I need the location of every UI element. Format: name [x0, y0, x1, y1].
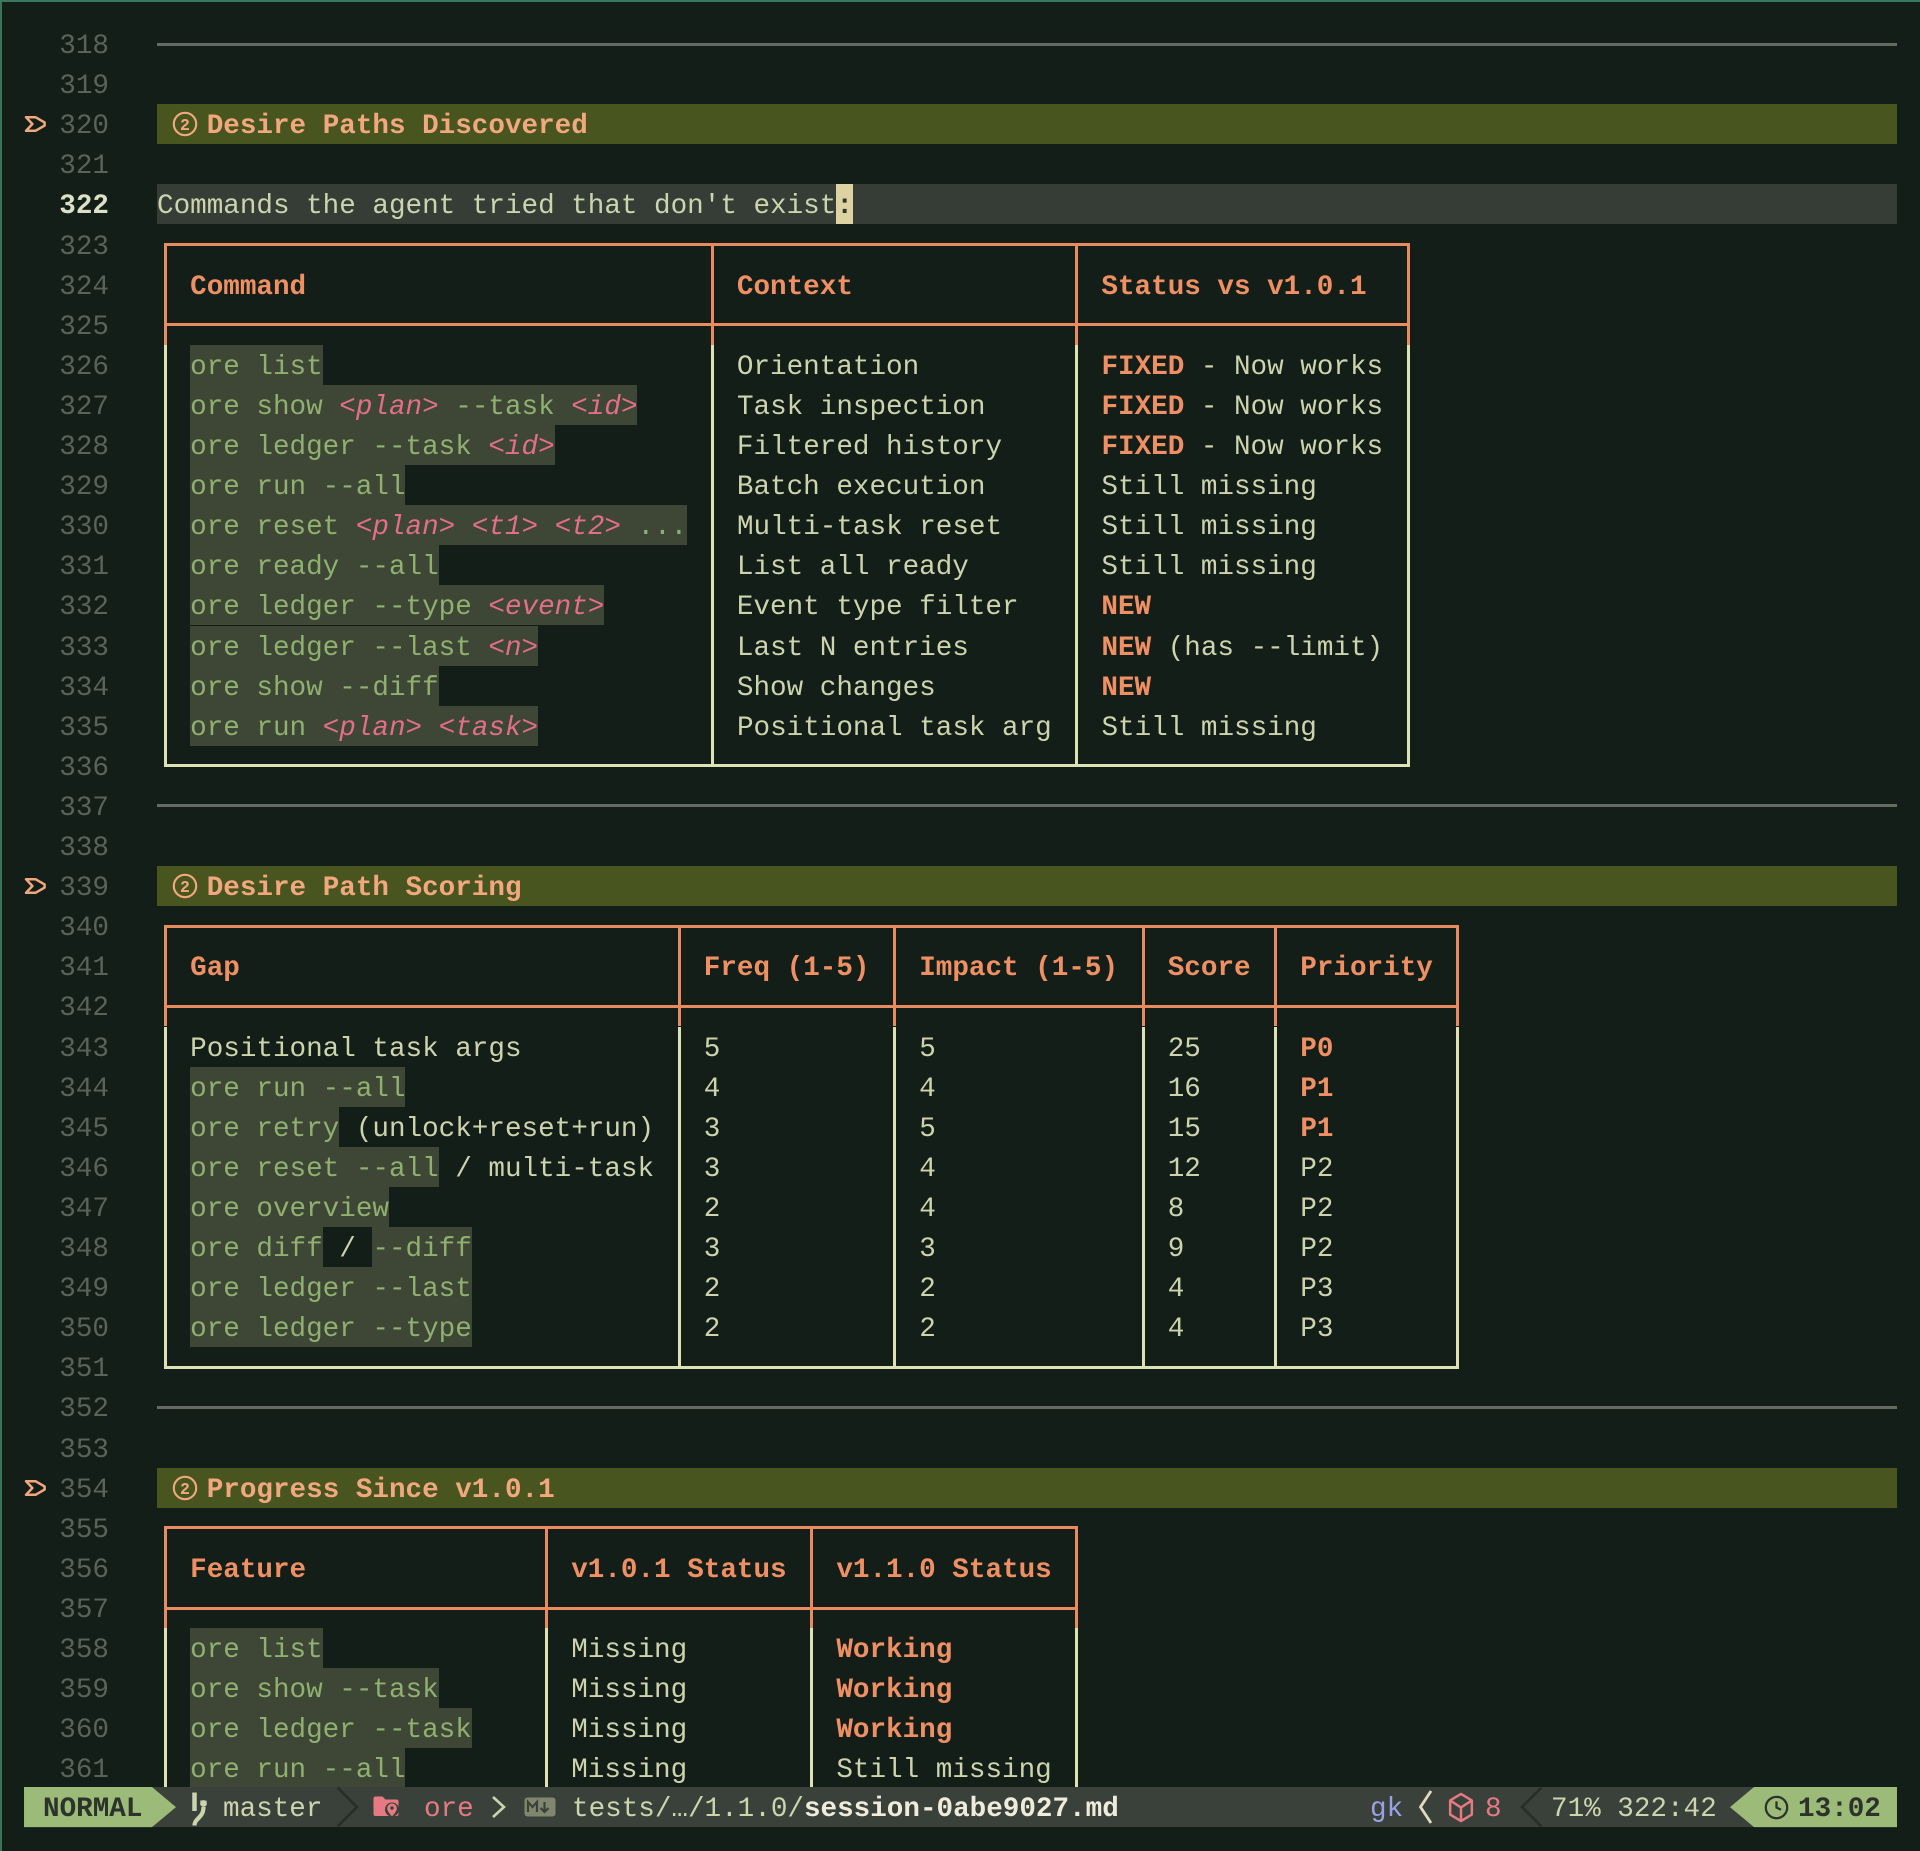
svg-text:2: 2	[180, 116, 190, 135]
svg-text:2: 2	[180, 878, 190, 897]
svg-text:2: 2	[180, 1480, 190, 1499]
